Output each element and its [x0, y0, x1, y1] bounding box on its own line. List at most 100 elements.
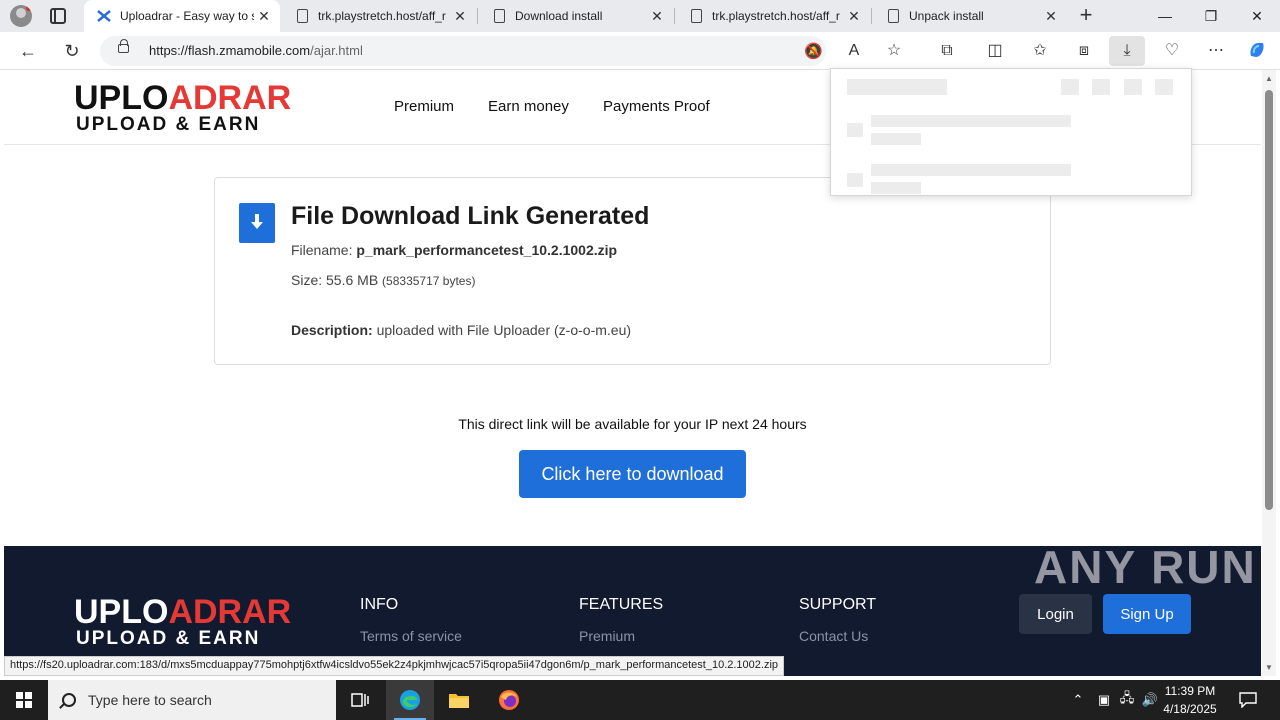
logo-wordmark: UPLOADRAR — [74, 593, 292, 631]
volume-icon[interactable]: 🔊 — [1140, 680, 1160, 720]
signup-button[interactable]: Sign Up — [1103, 594, 1191, 634]
card-title: File Download Link Generated — [291, 202, 650, 230]
login-button[interactable]: Login — [1019, 594, 1092, 634]
page-scrollbar[interactable]: ▲ ▼ — [1262, 70, 1276, 676]
size-row: Size: 55.6 MB (58335717 bytes) — [291, 272, 475, 288]
lock-icon[interactable] — [118, 39, 129, 53]
settings-more-icon[interactable]: ⋯ — [1205, 40, 1227, 62]
footer-link-terms[interactable]: Terms of service — [360, 628, 462, 644]
new-tab-button[interactable]: + — [1076, 4, 1096, 28]
search-icon — [62, 693, 76, 707]
firefox-icon[interactable] — [485, 680, 533, 720]
search-placeholder: Type here to search — [88, 692, 212, 708]
tab-separator — [871, 8, 872, 24]
skeleton-title — [847, 79, 947, 95]
file-download-icon — [239, 203, 275, 243]
link-status-url: https://fs20.uploadrar.com:183/d/mxs5mcd… — [4, 656, 785, 676]
copilot-icon[interactable] — [1246, 40, 1268, 62]
page-icon — [885, 8, 901, 24]
taskbar-search[interactable]: Type here to search — [48, 680, 336, 720]
skeleton-line — [871, 182, 921, 194]
notifications-icon[interactable] — [1234, 680, 1262, 720]
scrollbar-thumb[interactable] — [1265, 90, 1273, 510]
footer-logo[interactable]: UPLOADRAR UPLOAD & EARN — [74, 594, 334, 650]
tab-download-install[interactable]: Download install ✕ — [479, 0, 673, 32]
scroll-up-icon[interactable]: ▲ — [1264, 74, 1274, 83]
browser-toolbar: ← ↻ https://flash.zmamobile.com/ajar.htm… — [0, 32, 1280, 70]
minimize-button[interactable]: — — [1142, 0, 1188, 32]
clock[interactable]: 11:39 PM 4/18/2025 — [1158, 682, 1222, 718]
close-tab-icon[interactable]: ✕ — [450, 8, 470, 25]
page-icon — [491, 8, 507, 24]
skeleton-line — [871, 115, 1071, 127]
uploadrar-favicon-icon — [96, 8, 112, 24]
device-icon[interactable]: ▣ — [1094, 680, 1114, 720]
tab-title: Download install — [515, 9, 603, 23]
skeleton-line — [871, 164, 1071, 176]
close-tab-icon[interactable]: ✕ — [844, 8, 864, 25]
tab-trk-1[interactable]: trk.playstretch.host/aff_r ✕ — [282, 0, 476, 32]
edge-taskbar-icon[interactable] — [386, 680, 434, 720]
size-label: Size: — [291, 272, 323, 288]
file-info-card: File Download Link Generated Filename: p… — [214, 177, 1051, 365]
tab-separator — [674, 8, 675, 24]
close-tab-icon[interactable]: ✕ — [254, 8, 274, 25]
nav-premium[interactable]: Premium — [394, 98, 454, 115]
network-icon[interactable]: 🖧 — [1117, 680, 1137, 720]
extensions-icon[interactable]: ⧉ — [936, 40, 958, 62]
skeleton-line — [871, 133, 921, 145]
skeleton-action — [1155, 79, 1173, 95]
tab-title: Unpack install — [909, 9, 984, 23]
size-bytes: (58335717 bytes) — [382, 274, 476, 288]
page-icon — [688, 8, 704, 24]
skeleton-file-icon — [847, 123, 863, 137]
tab-trk-2[interactable]: trk.playstretch.host/aff_r ✕ — [676, 0, 870, 32]
browser-essentials-icon[interactable]: ♡ — [1161, 40, 1183, 62]
close-tab-icon[interactable]: ✕ — [1041, 8, 1061, 25]
restore-button[interactable]: ❐ — [1188, 0, 1234, 32]
address-url[interactable]: https://flash.zmamobile.com/ajar.html — [149, 43, 363, 58]
collections-icon[interactable]: ⧈ — [1073, 40, 1095, 62]
logo-tagline: UPLOAD & EARN — [76, 114, 261, 135]
tab-unpack-install[interactable]: Unpack install ✕ — [873, 0, 1067, 32]
downloads-flyout[interactable] — [830, 68, 1192, 196]
tab-title: trk.playstretch.host/aff_r — [712, 9, 840, 23]
footer-link-premium[interactable]: Premium — [579, 628, 635, 644]
filename-row: Filename: p_mark_performancetest_10.2.10… — [291, 242, 617, 258]
clock-date: 4/18/2025 — [1163, 702, 1217, 716]
task-view-icon[interactable] — [336, 680, 384, 720]
close-window-button[interactable]: ✕ — [1234, 0, 1280, 32]
url-path: /ajar.html — [310, 43, 363, 58]
refresh-icon[interactable]: ↻ — [60, 39, 84, 63]
description-label: Description: — [291, 322, 373, 338]
address-bar[interactable]: https://flash.zmamobile.com/ajar.html 🔕 — [100, 36, 826, 66]
notifications-blocked-icon[interactable]: 🔕 — [804, 43, 823, 61]
profile-avatar-icon[interactable] — [10, 5, 32, 27]
filename-label: Filename: — [291, 242, 353, 258]
tab-title: trk.playstretch.host/aff_r — [318, 9, 446, 23]
nav-payments-proof[interactable]: Payments Proof — [603, 98, 710, 115]
start-button[interactable] — [0, 680, 48, 720]
split-screen-icon[interactable]: ◫ — [984, 40, 1006, 62]
anyrun-watermark: ANY RUN — [1034, 541, 1257, 593]
favorites-icon[interactable]: ✩ — [1029, 40, 1051, 62]
file-explorer-icon[interactable] — [435, 680, 483, 720]
tab-actions-icon[interactable] — [50, 8, 66, 24]
tab-uploadrar[interactable]: Uploadrar - Easy way to s ✕ — [84, 0, 280, 32]
back-icon[interactable]: ← — [16, 39, 40, 63]
footer-link-contact[interactable]: Contact Us — [799, 628, 868, 644]
show-hidden-icons-icon[interactable]: ⌃ — [1068, 680, 1088, 720]
downloads-icon[interactable]: ⤓ — [1109, 36, 1145, 66]
skeleton-file-icon — [847, 173, 863, 187]
footer-heading-features: FEATURES — [579, 596, 664, 613]
download-button[interactable]: Click here to download — [519, 450, 746, 498]
favorite-star-icon[interactable]: ☆ — [883, 40, 905, 62]
nav-earn-money[interactable]: Earn money — [488, 98, 569, 115]
url-host: https://flash.zmamobile.com — [149, 43, 311, 58]
logo-wordmark: UPLOADRAR — [74, 79, 292, 117]
page-icon — [294, 8, 310, 24]
uploadrar-logo[interactable]: UPLOADRAR UPLOAD & EARN — [74, 80, 334, 136]
close-tab-icon[interactable]: ✕ — [647, 8, 667, 25]
read-aloud-icon[interactable]: A — [843, 40, 865, 62]
scroll-down-icon[interactable]: ▼ — [1264, 663, 1274, 672]
